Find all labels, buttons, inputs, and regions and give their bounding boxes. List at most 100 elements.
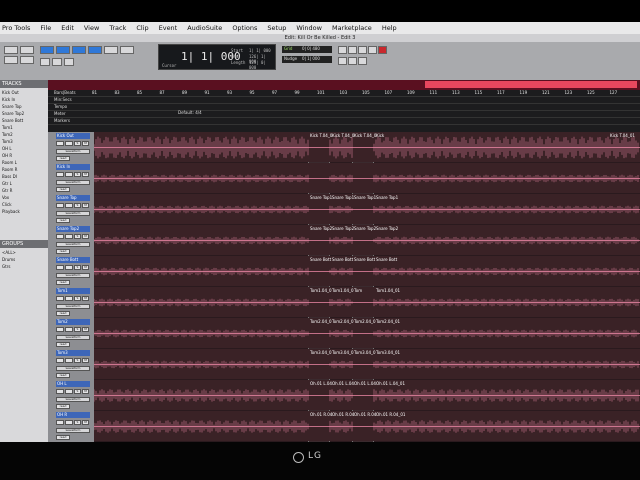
track-list-item[interactable]: Gtr R: [2, 188, 12, 193]
nudge-control[interactable]: Nudge 0| 1| 000: [282, 56, 332, 63]
clip-name[interactable]: Oh.01 R.04: [310, 412, 332, 417]
slip-mode-button[interactable]: [20, 46, 34, 54]
clip-name[interactable]: Snare Bott: [332, 257, 353, 262]
shuffle-mode-button[interactable]: [4, 46, 18, 54]
track-name[interactable]: Snare Bott: [56, 257, 90, 263]
clip-name[interactable]: Tom1.04_0: [310, 288, 332, 293]
selector-tool-icon[interactable]: [72, 46, 86, 54]
input-monitor-button[interactable]: [65, 358, 73, 363]
ruler-row[interactable]: Tempo: [48, 104, 640, 111]
solo-button[interactable]: S: [74, 172, 81, 177]
clip-name[interactable]: Kick: [376, 133, 384, 138]
automation-mode-button[interactable]: read: [56, 373, 70, 378]
track-name[interactable]: OH R: [56, 412, 90, 418]
edit-window-tracks[interactable]: Kick T.04_0 Kick T.04_0 Kick T.04_0 Kick Kic…: [94, 132, 640, 442]
mute-button[interactable]: M: [82, 141, 89, 146]
track-view-selector[interactable]: waveform: [56, 211, 90, 216]
track-view-selector[interactable]: waveform: [56, 428, 90, 433]
menu-app[interactable]: Pro Tools: [2, 24, 30, 32]
mute-button[interactable]: M: [82, 172, 89, 177]
return-to-zero-button[interactable]: [338, 46, 347, 54]
mute-button[interactable]: M: [82, 265, 89, 270]
stop-button[interactable]: [338, 57, 347, 65]
main-counter[interactable]: 1| 1| 000 Cursor Start End Length 1| 1| …: [158, 44, 276, 70]
track-list-item[interactable]: Vox: [2, 195, 9, 200]
zoom-tool-icon[interactable]: [40, 46, 54, 54]
input-monitor-button[interactable]: [65, 172, 73, 177]
track-name[interactable]: Kick Out: [56, 133, 90, 139]
track-list-item[interactable]: Room L: [2, 160, 17, 165]
solo-button[interactable]: S: [74, 358, 81, 363]
track-name[interactable]: Snare Top2: [56, 226, 90, 232]
track-name[interactable]: Kick In: [56, 164, 90, 170]
clip-name[interactable]: Oh.01 R.04: [332, 412, 354, 417]
track-name[interactable]: Tom1: [56, 288, 90, 294]
clip-name[interactable]: Kick T.04_0: [310, 133, 332, 138]
input-monitor-button[interactable]: [65, 389, 73, 394]
track-view-selector[interactable]: waveform: [56, 366, 90, 371]
automation-mode-button[interactable]: read: [56, 280, 70, 285]
track-list-item[interactable]: Playback: [2, 209, 20, 214]
clip-name[interactable]: Tom2.04_0: [332, 319, 354, 324]
record-enable-button[interactable]: [56, 141, 64, 146]
track-header[interactable]: Tom1 S Mwaveform read: [50, 288, 92, 318]
track-list-item[interactable]: Room R: [2, 167, 17, 172]
track-view-selector[interactable]: waveform: [56, 242, 90, 247]
solo-button[interactable]: S: [74, 420, 81, 425]
ruler-row[interactable]: Markers: [48, 118, 640, 125]
mute-button[interactable]: M: [82, 327, 89, 332]
menu-file[interactable]: File: [40, 24, 51, 32]
play-button[interactable]: [368, 46, 377, 54]
group-list-item[interactable]: Gtrs: [2, 264, 10, 269]
automation-mode-button[interactable]: read: [56, 187, 70, 192]
clip-name[interactable]: Oh.01 L.04: [310, 381, 332, 386]
track-view-selector[interactable]: waveform: [56, 397, 90, 402]
menu-help[interactable]: Help: [382, 24, 397, 32]
solo-button[interactable]: S: [74, 296, 81, 301]
zoom-preset-1[interactable]: [40, 58, 50, 66]
menu-setup[interactable]: Setup: [267, 24, 286, 32]
clip-name[interactable]: Tom2.04_0: [310, 319, 332, 324]
clip-name[interactable]: Tom3.04_01: [376, 350, 400, 355]
track-list-item[interactable]: OH R: [2, 153, 12, 158]
mute-button[interactable]: M: [82, 296, 89, 301]
trim-tool-icon[interactable]: [56, 46, 70, 54]
clip-name[interactable]: Oh.01 R.04_01: [376, 412, 405, 417]
ruler-row[interactable]: Min:Secs: [48, 97, 640, 104]
track-header[interactable]: Kick In S Mwaveform read: [50, 164, 92, 194]
automation-mode-button[interactable]: read: [56, 342, 70, 347]
track-name[interactable]: Tom2: [56, 319, 90, 325]
track-header[interactable]: Snare Bott S Mwaveform read: [50, 257, 92, 287]
track-list-item[interactable]: Snare Top2: [2, 111, 24, 116]
solo-button[interactable]: S: [74, 265, 81, 270]
automation-mode-button[interactable]: read: [56, 311, 70, 316]
automation-mode-button[interactable]: read: [56, 435, 70, 440]
track-header[interactable]: Snare Top S Mwaveform read: [50, 195, 92, 225]
mute-button[interactable]: M: [82, 358, 89, 363]
track-header[interactable]: Tom3 S Mwaveform read: [50, 350, 92, 380]
input-monitor-button[interactable]: [65, 296, 73, 301]
clip-name[interactable]: Oh.01 R.04: [354, 412, 376, 417]
input-monitor-button[interactable]: [65, 141, 73, 146]
track-list-item[interactable]: Click: [2, 202, 12, 207]
track-view-selector[interactable]: waveform: [56, 149, 90, 154]
clip-name[interactable]: Kick T.04_01: [610, 133, 635, 138]
input-monitor-button[interactable]: [65, 234, 73, 239]
solo-button[interactable]: S: [74, 234, 81, 239]
menu-window[interactable]: Window: [296, 24, 322, 32]
clip-name[interactable]: Oh.01 L.04_01: [376, 381, 405, 386]
clip-name[interactable]: Snare Top2: [332, 226, 354, 231]
track-header[interactable]: Kick Out S Mwaveform read: [50, 133, 92, 163]
solo-button[interactable]: S: [74, 327, 81, 332]
automation-mode-button[interactable]: read: [56, 156, 70, 161]
menu-clip[interactable]: Clip: [136, 24, 148, 32]
record-enable-button[interactable]: [56, 265, 64, 270]
clip-name[interactable]: Kick T.04_0: [354, 133, 376, 138]
clip-name[interactable]: Kick T.04_0: [332, 133, 354, 138]
clip-name[interactable]: Snare Top1: [354, 195, 376, 200]
menu-view[interactable]: View: [84, 24, 99, 32]
track-view-selector[interactable]: waveform: [56, 335, 90, 340]
clip-name[interactable]: Tom3.04_0: [310, 350, 332, 355]
track-list-item[interactable]: Snare Bott: [2, 118, 23, 123]
solo-button[interactable]: S: [74, 389, 81, 394]
